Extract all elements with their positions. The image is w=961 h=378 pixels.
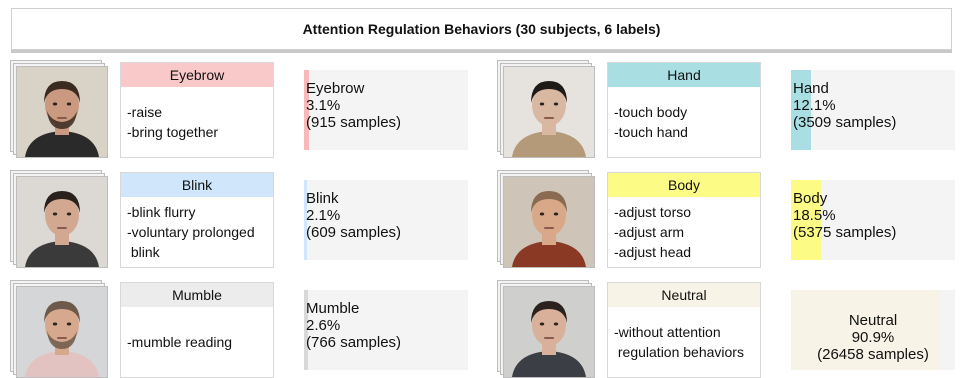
left-eye-shape	[539, 322, 545, 326]
stat-label: Eyebrow	[306, 80, 365, 97]
mouth-shape	[544, 337, 554, 339]
stat-percent: 3.1%	[306, 97, 341, 114]
neutral-photo-stack	[497, 280, 595, 378]
stat-label: Body	[793, 190, 828, 207]
eyebrow-subject-photo	[17, 67, 107, 157]
action-item: -mumble reading	[127, 334, 233, 350]
eyebrow-stat-text: Eyebrow 3.1% (915 samples)	[306, 80, 401, 131]
right-eye-shape	[66, 212, 72, 216]
blink-photo-stack	[10, 170, 108, 268]
mouth-shape	[544, 227, 554, 229]
body-behavior-card: Body -adjust torso -adjust arm -adjust head	[607, 172, 761, 268]
body-photo-stack	[497, 170, 595, 268]
title-text: Attention Regulation Behaviors (30 subje…	[302, 21, 661, 37]
neutral-behavior-card: Neutral -without attention regulation beh…	[607, 282, 761, 378]
hand-behavior-card: Hand -touch body -touch hand	[607, 62, 761, 158]
stat-percent: 2.6%	[306, 317, 341, 334]
left-eye-shape	[52, 102, 58, 106]
eyebrow-photo-stack	[10, 60, 108, 158]
eyebrow-behavior-card: Eyebrow -raise -bring together	[120, 62, 274, 158]
action-item: -adjust torso	[614, 204, 692, 220]
mumble-label-header: Mumble	[121, 283, 273, 307]
hand-photo-stack	[497, 60, 595, 158]
stat-samples: (609 samples)	[306, 224, 402, 241]
hand-stat-box: Hand 12.1% (3509 samples)	[791, 70, 955, 150]
action-item: -voluntary prolonged	[127, 224, 255, 240]
eyebrow-action-list: -raise -bring together	[127, 91, 269, 153]
stat-samples: (5375 samples)	[793, 224, 897, 241]
action-item: -bring together	[127, 124, 219, 140]
photo-frame-front	[503, 286, 595, 378]
action-item: -adjust head	[614, 244, 692, 260]
mumble-photo-stack	[10, 280, 108, 378]
photo-frame-front	[503, 176, 595, 268]
right-eye-shape	[553, 212, 559, 216]
blink-label-header: Blink	[121, 173, 273, 197]
blink-behavior-card: Blink -blink flurry -voluntary prolonged b…	[120, 172, 274, 268]
mumble-action-list: -mumble reading	[127, 311, 269, 373]
right-eye-shape	[553, 322, 559, 326]
photo-frame-front	[16, 176, 108, 268]
stat-samples: (3509 samples)	[793, 114, 897, 131]
photo-frame-front	[16, 66, 108, 158]
body-stat-box: Body 18.5% (5375 samples)	[791, 180, 955, 260]
action-item: -touch body	[614, 104, 688, 120]
action-item: -adjust arm	[614, 224, 685, 240]
hand-subject-photo	[504, 67, 594, 157]
stat-label: Hand	[793, 80, 829, 97]
right-eye-shape	[66, 322, 72, 326]
eyebrow-stat-box: Eyebrow 3.1% (915 samples)	[304, 70, 468, 150]
body-stat-text: Body 18.5% (5375 samples)	[793, 190, 896, 241]
action-item: -touch hand	[614, 124, 688, 140]
blink-action-list: -blink flurry -voluntary prolonged blink	[127, 201, 269, 263]
figure-title: Attention Regulation Behaviors (30 subje…	[11, 8, 952, 50]
right-eye-shape	[553, 102, 559, 106]
stat-percent: 2.1%	[306, 207, 341, 224]
hand-stat-text: Hand 12.1% (3509 samples)	[793, 80, 896, 131]
neutral-stat-box: Neutral 90.9% (26458 samples)	[791, 290, 955, 370]
action-item: regulation behaviors	[614, 344, 744, 360]
body-label-header: Body	[608, 173, 760, 197]
stat-samples: (766 samples)	[306, 334, 402, 351]
neutral-stat-text: Neutral 90.9% (26458 samples)	[791, 312, 955, 363]
stat-percent: 12.1%	[793, 97, 836, 114]
mouth-shape	[544, 117, 554, 119]
action-item: blink	[127, 244, 160, 260]
left-eye-shape	[539, 212, 545, 216]
mumble-subject-photo	[17, 287, 107, 377]
left-eye-shape	[539, 102, 545, 106]
body-action-list: -adjust torso -adjust arm -adjust head	[614, 201, 756, 263]
neutral-label-header: Neutral	[608, 283, 760, 307]
action-item: -blink flurry	[127, 204, 196, 220]
stat-label: Mumble	[306, 300, 360, 317]
blink-stat-box: Blink 2.1% (609 samples)	[304, 180, 468, 260]
mumble-stat-box: Mumble 2.6% (766 samples)	[304, 290, 468, 370]
hand-label-header: Hand	[608, 63, 760, 87]
mumble-behavior-card: Mumble -mumble reading	[120, 282, 274, 378]
photo-frame-front	[16, 286, 108, 378]
action-item: -raise	[127, 104, 163, 120]
hand-action-list: -touch body -touch hand	[614, 91, 756, 153]
blink-subject-photo	[17, 177, 107, 267]
eyebrow-label-header: Eyebrow	[121, 63, 273, 87]
left-eye-shape	[52, 322, 58, 326]
stat-percent: 90.9%	[851, 329, 895, 346]
blink-stat-text: Blink 2.1% (609 samples)	[306, 190, 401, 241]
mouth-shape	[57, 117, 67, 119]
mouth-shape	[57, 337, 67, 339]
photo-frame-front	[503, 66, 595, 158]
neutral-action-list: -without attention regulation behaviors	[614, 311, 756, 373]
body-subject-photo	[504, 177, 594, 267]
stat-samples: (915 samples)	[306, 114, 402, 131]
stat-label: Blink	[306, 190, 339, 207]
right-eye-shape	[66, 102, 72, 106]
stat-label: Neutral	[848, 312, 898, 329]
mouth-shape	[57, 227, 67, 229]
action-item: -without attention	[614, 324, 721, 340]
left-eye-shape	[52, 212, 58, 216]
mumble-stat-text: Mumble 2.6% (766 samples)	[306, 300, 401, 351]
stat-percent: 18.5%	[793, 207, 836, 224]
stat-samples: (26458 samples)	[817, 346, 929, 363]
neutral-subject-photo	[504, 287, 594, 377]
